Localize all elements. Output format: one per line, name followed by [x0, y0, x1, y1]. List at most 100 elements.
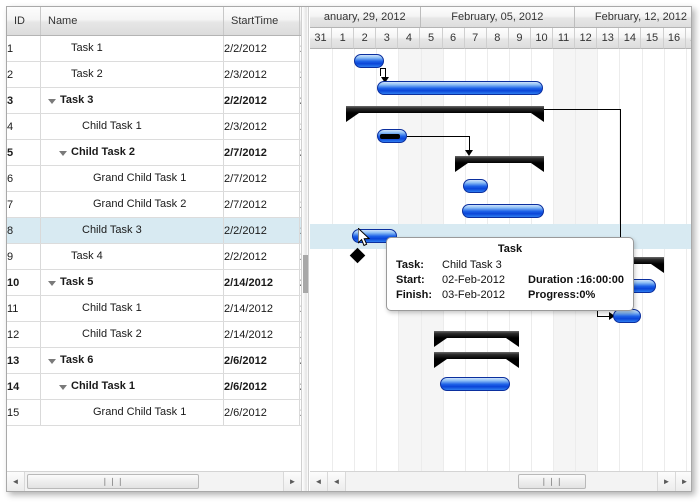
connector-line	[380, 68, 381, 76]
cell-id: 4	[7, 113, 41, 140]
chart-scroll-thumb[interactable]: ❘❘❘	[518, 474, 586, 489]
table-row[interactable]: 8Child Task 32/2/20122/3/	[7, 217, 301, 244]
timeline-day-cell: 7	[464, 28, 487, 49]
cell-starttime: 2/2/2012	[223, 87, 300, 114]
chart-scroll-grip: ❘❘❘	[540, 476, 564, 486]
cell-name: Child Task 2	[40, 321, 224, 348]
name-cell-wrapper: Child Task 2	[41, 322, 223, 347]
cell-starttime: 2/6/2012	[223, 373, 300, 400]
table-row[interactable]: 2Task 22/3/20122/10	[7, 61, 301, 88]
cell-starttime: 2/6/2012	[223, 399, 300, 426]
table-row[interactable]: 6Grand Child Task 12/7/20122/7/	[7, 165, 301, 192]
task-bar-grand-child-task-1[interactable]	[463, 179, 488, 193]
cell-name: Grand Child Task 1	[40, 399, 224, 426]
name-cell-wrapper: Task 2	[41, 62, 223, 87]
table-row[interactable]: 12Child Task 22/14/20122/14	[7, 321, 301, 348]
summary-bar-task6-child-1[interactable]	[434, 352, 519, 368]
chart-scroll-right-button[interactable]: ►	[657, 472, 675, 491]
cell-starttime: 2/2/2012	[223, 217, 300, 244]
table-row[interactable]: 7Grand Child Task 22/7/20122/10	[7, 191, 301, 218]
chevron-down-icon[interactable]	[47, 95, 58, 106]
cell-id: 13	[7, 347, 41, 374]
table-row[interactable]: 1Task 12/2/20122/2/	[7, 35, 301, 62]
summary-bar-task-3[interactable]	[346, 106, 544, 122]
chevron-down-icon[interactable]	[47, 277, 58, 288]
tooltip-start-label: Start:	[396, 274, 425, 286]
grid-scroll-left-button[interactable]: ◄	[7, 472, 25, 491]
table-row[interactable]: 15Grand Child Task 12/6/20122/8/	[7, 399, 301, 426]
summary-cap-right	[531, 163, 544, 172]
tooltip-duration: Duration :16:00:00	[528, 274, 624, 286]
timeline-week-cell: February, 05, 2012	[420, 7, 576, 28]
chart-scroll-track[interactable]: ❘❘❘	[346, 472, 657, 491]
summary-cap-right	[506, 359, 519, 368]
table-row[interactable]: 5Child Task 22/7/20122/10	[7, 139, 301, 166]
timeline-day-cell: 9	[508, 28, 531, 49]
task-bar-task-2[interactable]	[377, 81, 543, 95]
timeline-day-cell: 17	[685, 28, 691, 49]
tooltip-finish-label: Finish:	[396, 289, 433, 301]
grid-horizontal-scrollbar[interactable]: ◄ ❘❘❘ ►	[7, 471, 301, 491]
chevron-down-icon[interactable]	[58, 147, 69, 158]
chevron-down-icon[interactable]	[58, 381, 69, 392]
task-bar-task-1[interactable]	[354, 54, 384, 68]
column-header-name[interactable]: Name	[40, 7, 224, 36]
summary-bar-child-task-2[interactable]	[455, 156, 544, 172]
gantt-chart-body[interactable]: Task Task: Child Task 3 Start: 02-Feb-20…	[310, 49, 691, 471]
table-row[interactable]: 9Task 42/2/20122/2/	[7, 243, 301, 270]
table-row[interactable]: 14Child Task 12/6/20122/8/	[7, 373, 301, 400]
cell-id: 8	[7, 217, 41, 244]
column-header-id[interactable]: ID	[7, 7, 41, 36]
cell-id: 11	[7, 295, 41, 322]
timeline-day-cell: 31	[310, 28, 333, 49]
chart-scroll-first-button[interactable]: ◄	[310, 472, 328, 491]
chevron-down-icon[interactable]	[47, 355, 58, 366]
task-bar-task6-grand-child-1[interactable]	[440, 377, 510, 391]
grid-scroll-grip: ❘❘❘	[101, 476, 125, 486]
pane-splitter-handle[interactable]	[303, 255, 308, 293]
task-bar-grand-child-task-2[interactable]	[462, 204, 544, 218]
timeline-week-row: anuary, 29, 2012 February, 05, 2012 Februa…	[310, 7, 691, 28]
chart-horizontal-scrollbar[interactable]: ◄ ◄ ❘❘❘ ► ►	[310, 471, 691, 491]
table-row[interactable]: 4Child Task 12/3/20122/3/	[7, 113, 301, 140]
cell-id: 3	[7, 87, 41, 114]
task-bar-child-task-1[interactable]	[377, 129, 407, 143]
task-name-label: Task 1	[71, 42, 103, 54]
tooltip-title: Task	[497, 243, 523, 255]
cell-starttime: 2/3/2012	[223, 113, 300, 140]
tooltip-finish-row: Finish: 03-Feb-2012 Progress:0%	[396, 288, 624, 303]
tooltip-finish-value: 03-Feb-2012	[442, 289, 505, 301]
summary-bar-task-6[interactable]	[434, 331, 519, 347]
task-name-label: Task 5	[60, 276, 94, 288]
summary-cap-left	[434, 338, 447, 347]
name-cell-wrapper: Child Task 1	[41, 296, 223, 321]
chart-scroll-left-button[interactable]: ◄	[328, 472, 346, 491]
grid-scroll-track[interactable]: ❘❘❘	[25, 472, 283, 491]
table-row[interactable]: 3Task 32/2/20122/10	[7, 87, 301, 114]
cell-id: 9	[7, 243, 41, 270]
grid-scroll-thumb[interactable]: ❘❘❘	[27, 474, 199, 489]
pane-splitter[interactable]	[301, 7, 309, 491]
task-bar-task5-child-2[interactable]	[613, 309, 641, 323]
tooltip-task-label: Task:	[396, 259, 424, 271]
task-name-label: Child Task 1	[71, 380, 135, 392]
name-cell-wrapper: Grand Child Task 1	[41, 400, 223, 425]
milestone-task-4[interactable]	[349, 247, 366, 264]
chart-scroll-last-button[interactable]: ►	[675, 472, 691, 491]
task-name-label: Child Task 1	[82, 302, 142, 314]
timeline-day-cell: 8	[486, 28, 509, 49]
table-row[interactable]: 11Child Task 12/14/20122/15	[7, 295, 301, 322]
table-row[interactable]: 10Task 52/14/20122/15	[7, 269, 301, 296]
window-frame: ID Name StartTime EndTime 1 Task 1 2/2/201…	[6, 6, 692, 492]
grid-scroll-right-button[interactable]: ►	[283, 472, 301, 491]
cell-name: Task 3	[40, 87, 224, 114]
name-cell-wrapper: Task 3	[41, 88, 223, 113]
column-header-starttime[interactable]: StartTime	[223, 7, 300, 36]
timeline-day-cell: 2	[354, 28, 377, 49]
table-row[interactable]: 13Task 62/6/20122/8/	[7, 347, 301, 374]
name-cell-wrapper: Task 4	[41, 244, 223, 269]
timeline-day-cell: 16	[663, 28, 686, 49]
